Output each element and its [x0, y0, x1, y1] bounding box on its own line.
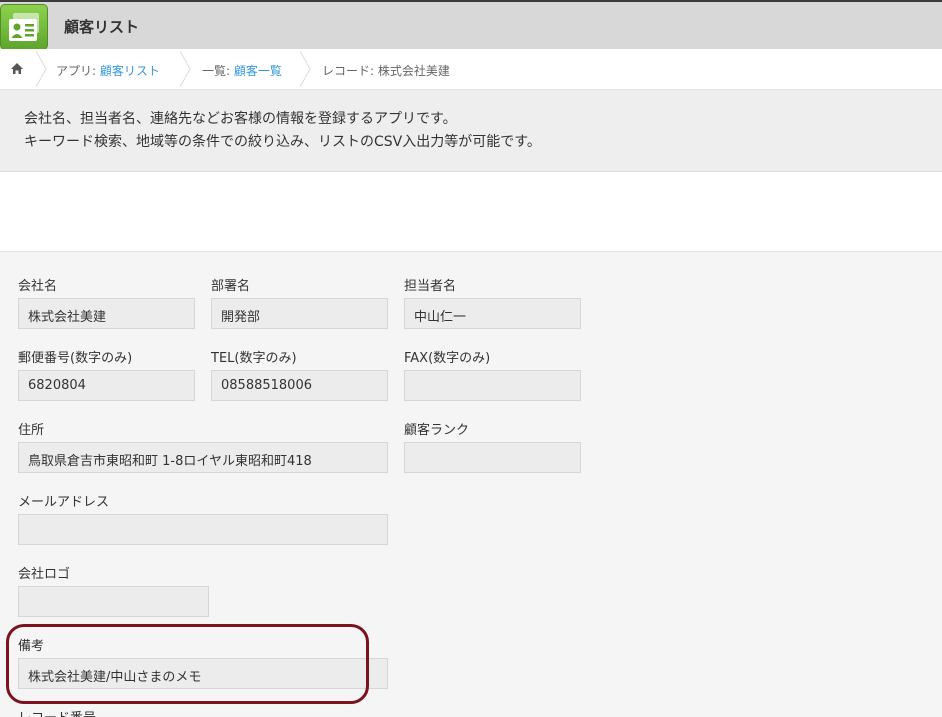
postal-code-field[interactable]: 6820804: [18, 370, 195, 401]
tel-label: TEL(数字のみ): [211, 351, 297, 366]
fax-field[interactable]: [404, 370, 581, 401]
email-label: メールアドレス: [18, 495, 110, 510]
highlight-annotation: [6, 624, 369, 704]
company-name-label: 会社名: [18, 279, 58, 294]
address-label: 住所: [18, 423, 45, 438]
breadcrumb-app-prefix: アプリ:: [56, 64, 100, 78]
breadcrumb-list-link[interactable]: 顧客一覧: [234, 64, 282, 78]
description-line-2: キーワード検索、地域等の条件での絞り込み、リストのCSV入出力等が可能です。: [24, 134, 541, 150]
breadcrumb-list: 一覧: 顧客一覧: [202, 62, 282, 79]
breadcrumb-app: アプリ: 顧客リスト: [56, 62, 160, 79]
breadcrumb-separator: [179, 51, 191, 87]
app-title: 顧客リスト: [64, 18, 140, 36]
breadcrumb-separator: [35, 51, 47, 87]
email-field[interactable]: [18, 514, 388, 545]
breadcrumb-separator: [299, 51, 311, 87]
app-description: 会社名、担当者名、連絡先などお客様の情報を登録するアプリです。 キーワード検索、…: [0, 90, 942, 172]
app-header: 顧客リスト: [0, 0, 942, 50]
contact-person-label: 担当者名: [404, 279, 457, 294]
address-field[interactable]: 鳥取県倉吉市東昭和町 1-8ロイヤル東昭和町418: [18, 442, 388, 473]
description-line-1: 会社名、担当者名、連絡先などお客様の情報を登録するアプリです。: [24, 111, 457, 127]
department-label: 部署名: [211, 279, 251, 294]
breadcrumb: アプリ: 顧客リスト 一覧: 顧客一覧 レコード: 株式会社美建: [0, 49, 942, 90]
company-name-field[interactable]: 株式会社美建: [18, 298, 195, 329]
company-logo-label: 会社ロゴ: [18, 567, 71, 582]
company-logo-field[interactable]: [18, 586, 209, 617]
customer-rank-label: 顧客ランク: [404, 423, 470, 438]
breadcrumb-list-prefix: 一覧:: [202, 64, 234, 78]
home-icon[interactable]: [10, 62, 24, 78]
record-toolbar-area: [0, 172, 942, 252]
contact-card-icon[interactable]: [0, 4, 48, 50]
tel-field[interactable]: 08588518006: [211, 370, 388, 401]
contact-person-field[interactable]: 中山仁一: [404, 298, 581, 329]
customer-rank-field[interactable]: [404, 442, 581, 473]
breadcrumb-record: レコード: 株式会社美建: [322, 64, 450, 78]
department-field[interactable]: 開発部: [211, 298, 388, 329]
fax-label: FAX(数字のみ): [404, 351, 491, 366]
record-number-label: レコード番号: [18, 707, 96, 717]
breadcrumb-app-link[interactable]: 顧客リスト: [100, 64, 160, 78]
postal-code-label: 郵便番号(数字のみ): [18, 351, 133, 366]
